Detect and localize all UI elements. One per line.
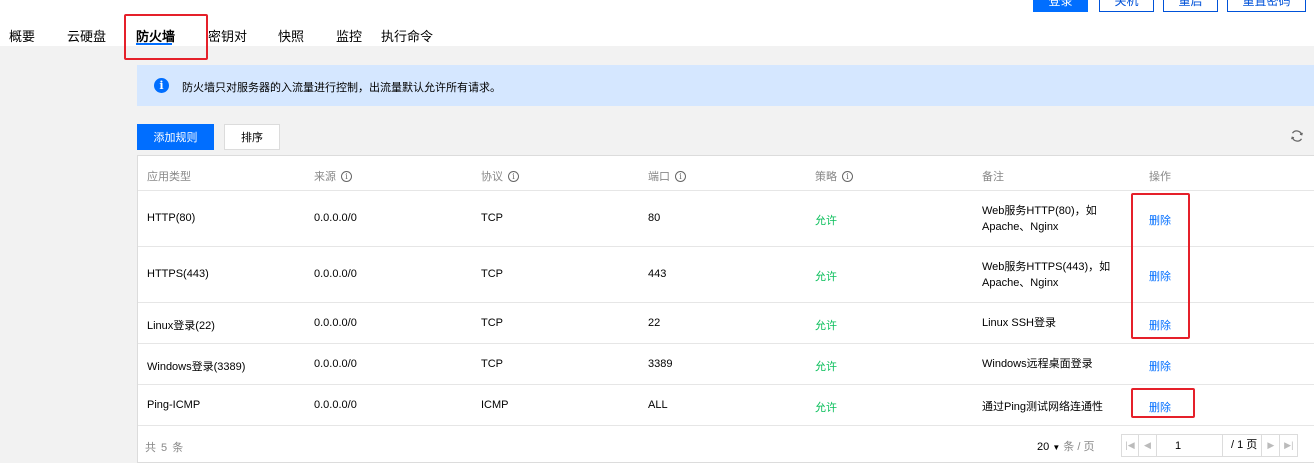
- page-number-input[interactable]: [1157, 434, 1222, 457]
- delete-link[interactable]: 删除: [1149, 399, 1171, 415]
- table-header: 应用类型 来源 i 协议 i 端口 i 策略 i 备注 操作: [138, 156, 1314, 191]
- cell-port: 443: [648, 268, 667, 280]
- prev-page-icon[interactable]: ◀: [1139, 434, 1157, 457]
- top-nav-bar: 概要 云硬盘 防火墙 密钥对 快照 监控 执行命令 登录 关机 重启 重置密码: [0, 0, 1314, 46]
- last-page-icon[interactable]: ▶|: [1280, 434, 1299, 457]
- cell-source: 0.0.0.0/0: [314, 268, 357, 280]
- cell-source: 0.0.0.0/0: [314, 358, 357, 370]
- cell-note: Linux SSH登录: [982, 317, 1056, 329]
- cell-protocol: TCP: [481, 317, 503, 329]
- cell-policy: 允许: [815, 402, 837, 414]
- cell-app-type: Ping-ICMP: [147, 399, 201, 411]
- column-note: 备注: [982, 171, 1004, 183]
- cell-protocol: TCP: [481, 268, 503, 280]
- firewall-rules-table: 应用类型 来源 i 协议 i 端口 i 策略 i 备注 操作 HTTP(80) 0.0.…: [137, 155, 1314, 463]
- table-row: Windows登录(3389) 0.0.0.0/0 TCP 3389 允许 Wi…: [138, 344, 1314, 385]
- cell-source: 0.0.0.0/0: [314, 212, 357, 224]
- add-rule-button[interactable]: 添加规则: [137, 124, 214, 150]
- cell-note: 通过Ping测试网络连通性: [982, 401, 1104, 413]
- tab-cloud-disk[interactable]: 云硬盘: [67, 26, 106, 45]
- table-row: HTTPS(443) 0.0.0.0/0 TCP 443 允许 Web服务HTT…: [138, 247, 1314, 303]
- cell-app-type: Linux登录(22): [147, 320, 215, 332]
- help-icon[interactable]: i: [842, 170, 853, 182]
- restart-button[interactable]: 重启: [1163, 0, 1218, 12]
- cell-policy: 允许: [815, 271, 837, 283]
- cell-port: ALL: [648, 399, 668, 411]
- table-row: Linux登录(22) 0.0.0.0/0 TCP 22 允许 Linux SS…: [138, 303, 1314, 344]
- delete-link[interactable]: 删除: [1149, 358, 1171, 374]
- cell-note: Web服务HTTP(80)，如 Apache、Nginx: [982, 205, 1097, 233]
- column-protocol: 协议 i: [481, 168, 519, 184]
- table-row: HTTP(80) 0.0.0.0/0 TCP 80 允许 Web服务HTTP(8…: [138, 191, 1314, 247]
- tab-run-command[interactable]: 执行命令: [381, 26, 433, 45]
- cell-protocol: TCP: [481, 212, 503, 224]
- cell-app-type: HTTP(80): [147, 212, 196, 224]
- help-icon[interactable]: i: [508, 170, 519, 182]
- table-row: Ping-ICMP 0.0.0.0/0 ICMP ALL 允许 通过Ping测试…: [138, 385, 1314, 426]
- cell-policy: 允许: [815, 361, 837, 373]
- cell-source: 0.0.0.0/0: [314, 317, 357, 329]
- cell-note: Web服务HTTPS(443)，如 Apache、Nginx: [982, 261, 1111, 289]
- table-footer: 共 5 条 20 ▼ 条 / 页 |◀ ◀ / 1 页 ▶ ▶|: [138, 431, 1314, 463]
- shutdown-button[interactable]: 关机: [1099, 0, 1154, 12]
- next-page-icon[interactable]: ▶: [1262, 434, 1281, 457]
- info-icon: i: [154, 78, 169, 93]
- login-button[interactable]: 登录: [1033, 0, 1088, 12]
- delete-link[interactable]: 删除: [1149, 212, 1171, 228]
- cell-protocol: TCP: [481, 358, 503, 370]
- total-count: 共 5 条: [145, 442, 185, 454]
- active-tab-indicator: [136, 43, 172, 45]
- tab-monitor[interactable]: 监控: [336, 26, 362, 45]
- cell-note: Windows远程桌面登录: [982, 358, 1093, 370]
- tab-key-pair[interactable]: 密钥对: [208, 26, 247, 45]
- reset-password-button[interactable]: 重置密码: [1227, 0, 1306, 12]
- cell-port: 3389: [648, 358, 673, 370]
- total-pages: / 1 页: [1222, 434, 1263, 457]
- pagination: |◀ ◀ / 1 页 ▶ ▶|: [1121, 434, 1299, 457]
- sort-button[interactable]: 排序: [224, 124, 280, 150]
- column-port: 端口 i: [648, 168, 686, 184]
- help-icon[interactable]: i: [341, 170, 352, 182]
- page-size-select[interactable]: 20 ▼ 条 / 页: [1037, 438, 1094, 454]
- column-policy: 策略 i: [815, 168, 853, 184]
- cell-policy: 允许: [815, 215, 837, 227]
- column-action: 操作: [1149, 171, 1171, 183]
- cell-protocol: ICMP: [481, 399, 509, 411]
- column-app-type: 应用类型: [147, 171, 191, 183]
- notice-text: 防火墙只对服务器的入流量进行控制，出流量默认允许所有请求。: [182, 82, 501, 94]
- cell-port: 80: [648, 212, 661, 224]
- help-icon[interactable]: i: [675, 170, 686, 182]
- delete-link[interactable]: 删除: [1149, 268, 1171, 284]
- cell-app-type: Windows登录(3389): [147, 361, 246, 373]
- chevron-down-icon: ▼: [1052, 443, 1061, 452]
- notice-banner: i 防火墙只对服务器的入流量进行控制，出流量默认允许所有请求。: [137, 65, 1314, 106]
- cell-app-type: HTTPS(443): [147, 268, 209, 280]
- cell-policy: 允许: [815, 320, 837, 332]
- column-source: 来源 i: [314, 168, 352, 184]
- cell-port: 22: [648, 317, 661, 329]
- refresh-icon[interactable]: [1290, 129, 1304, 143]
- cell-source: 0.0.0.0/0: [314, 399, 357, 411]
- tab-snapshot[interactable]: 快照: [278, 26, 304, 45]
- first-page-icon[interactable]: |◀: [1121, 434, 1139, 457]
- delete-link[interactable]: 删除: [1149, 317, 1171, 333]
- tab-overview[interactable]: 概要: [9, 26, 35, 45]
